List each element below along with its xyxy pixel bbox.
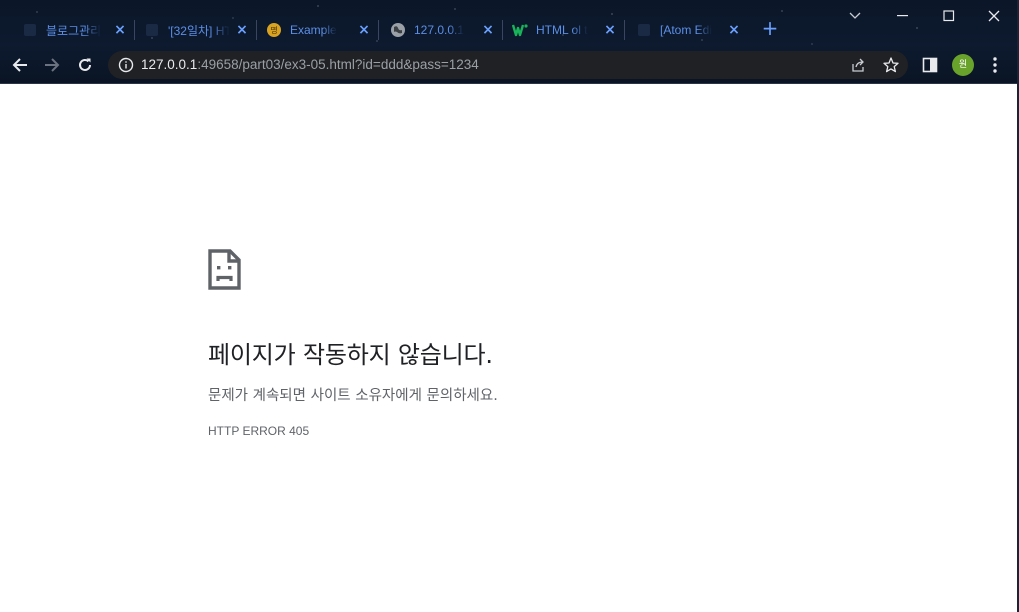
error-description: 문제가 계속되면 사이트 소유자에게 문의하세요. <box>208 388 498 404</box>
maximize-icon <box>943 10 955 22</box>
sad-document-icon <box>208 249 241 290</box>
tab-title: 블로그관리 <box>46 23 102 38</box>
page-favicon-icon <box>636 22 652 38</box>
w-logo-icon <box>512 22 528 38</box>
url-text[interactable]: 127.0.0.1:49658/part03/ex3-05.html?id=dd… <box>141 57 479 72</box>
minimize-icon <box>897 15 908 17</box>
tab-separator <box>378 20 379 40</box>
tab-title: '[32일차] HTML <box>168 23 230 38</box>
globe-icon <box>390 22 406 38</box>
address-bar[interactable]: 127.0.0.1:49658/part03/ex3-05.html?id=dd… <box>108 51 908 79</box>
close-tab-icon[interactable]: × <box>726 22 742 38</box>
tab-search-button[interactable] <box>832 4 878 28</box>
tab-atom-editor[interactable]: [Atom Edi × <box>626 12 748 48</box>
back-button[interactable] <box>8 53 32 77</box>
close-tab-icon[interactable]: × <box>480 22 496 38</box>
tab-title: 127.0.0.1 <box>414 23 465 37</box>
error-code: HTTP ERROR 405 <box>208 424 310 438</box>
share-icon[interactable] <box>850 57 866 73</box>
tab-title: Example <box>290 23 337 37</box>
browser-chrome: 블로그관리 × '[32일차] HTML × 명 Example × <box>0 0 1019 84</box>
favicon-text: 명 <box>270 25 277 35</box>
tab-title: [Atom Edi <box>660 23 713 37</box>
close-tab-icon[interactable]: × <box>356 22 372 38</box>
tab-example[interactable]: 명 Example × <box>256 12 379 48</box>
tab-blog-admin[interactable]: 블로그관리 × <box>12 12 135 48</box>
url-path: :49658/part03/ex3-05.html?id=ddd&pass=12… <box>197 57 479 72</box>
close-icon <box>988 10 1000 22</box>
bookmark-star-icon[interactable] <box>882 56 900 74</box>
reload-button[interactable] <box>73 53 97 77</box>
reload-icon <box>79 58 91 71</box>
korean-favicon-icon: 명 <box>266 22 282 38</box>
minimize-button[interactable] <box>880 4 926 28</box>
kebab-menu-icon[interactable] <box>987 56 1003 74</box>
arrow-right-icon <box>45 58 60 72</box>
side-panel-icon[interactable] <box>922 57 938 73</box>
page-content: 페이지가 작동하지 않습니다. 문제가 계속되면 사이트 소유자에게 문의하세요… <box>0 84 1017 612</box>
page-favicon-icon <box>144 22 160 38</box>
chevron-down-icon <box>849 12 861 19</box>
tab-separator <box>624 20 625 40</box>
tab-localhost[interactable]: 127.0.0.1 × <box>380 12 503 48</box>
blog-favicon-icon <box>22 22 38 38</box>
maximize-button[interactable] <box>926 4 972 28</box>
new-tab-button[interactable]: + <box>760 18 780 38</box>
tab-32nd-day[interactable]: '[32일차] HTML × <box>134 12 257 48</box>
close-tab-icon[interactable]: × <box>112 22 128 38</box>
close-window-button[interactable] <box>971 4 1017 28</box>
info-icon[interactable] <box>118 57 134 73</box>
close-tab-icon[interactable]: × <box>234 22 250 38</box>
tab-title: HTML ol t <box>536 23 588 37</box>
forward-button[interactable] <box>40 53 64 77</box>
profile-avatar[interactable]: 원 <box>952 54 974 76</box>
close-tab-icon[interactable]: × <box>602 22 618 38</box>
arrow-left-icon <box>12 58 27 72</box>
tab-strip: 블로그관리 × '[32일차] HTML × 명 Example × <box>0 12 800 48</box>
url-host: 127.0.0.1 <box>141 57 198 72</box>
tab-html-ol[interactable]: HTML ol t × <box>502 12 625 48</box>
error-title: 페이지가 작동하지 않습니다. <box>208 341 493 369</box>
